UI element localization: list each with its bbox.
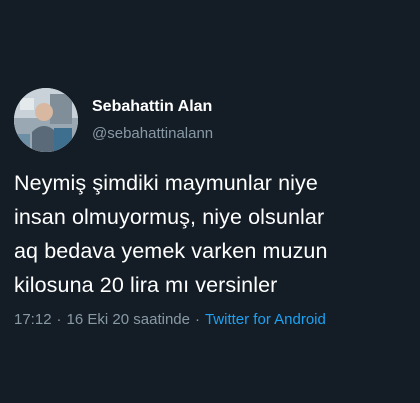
tweet-time[interactable]: 17:12 — [14, 311, 52, 328]
tweet-screenshot: Sebahattin Alan @sebahattinalann Neymiş … — [0, 0, 420, 403]
tweet-text-line: Neymiş şimdiki maymunlar niye — [14, 171, 318, 195]
user-handle[interactable]: @sebahattinalann — [92, 125, 213, 143]
display-name[interactable]: Sebahattin Alan — [92, 97, 213, 117]
tweet-meta: 17:12 · 16 Eki 20 saatinde · Twitter for And… — [14, 309, 326, 331]
user-names: Sebahattin Alan @sebahattinalann — [92, 97, 213, 143]
tweet-text: Neymiş şimdiki maymunlar niye insan olmu… — [14, 166, 410, 302]
tweet-header: Sebahattin Alan @sebahattinalann — [14, 88, 213, 152]
tweet-text-line: aq bedava yemek varken muzun — [14, 239, 328, 263]
tweet-text-line: insan olmuyormuş, niye olsunlar — [14, 205, 325, 229]
meta-separator: · — [194, 311, 200, 328]
meta-separator: · — [56, 311, 62, 328]
tweet-date[interactable]: 16 Eki 20 saatinde — [67, 311, 190, 328]
profile-photo-icon — [14, 88, 78, 152]
tweet-source-link[interactable]: Twitter for Android — [205, 311, 326, 328]
tweet-text-line: kilosuna 20 lira mı versinler — [14, 273, 278, 297]
avatar[interactable] — [14, 88, 78, 152]
